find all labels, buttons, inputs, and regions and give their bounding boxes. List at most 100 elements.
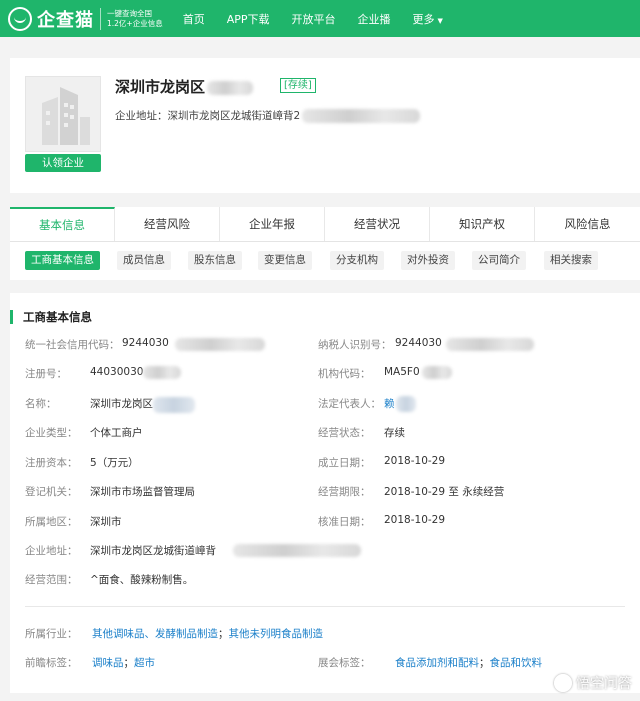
tab-business-risk[interactable]: 经营风险 (115, 207, 220, 241)
company-name-text: 深圳市龙岗区 (115, 78, 206, 96)
nav-more[interactable]: 更多 ▼ (413, 11, 443, 27)
field-label: 企业地址： (25, 545, 78, 557)
field-value: MA5F0 (384, 366, 420, 378)
legal-rep-link[interactable]: 赖 (384, 396, 395, 411)
tagline-line-2: 1.2亿+企业信息 (107, 18, 163, 28)
field-region: 所属地区： 深圳市 (25, 514, 315, 530)
subtab-company-profile[interactable]: 公司简介 (472, 251, 526, 270)
redacted-blur (143, 366, 181, 379)
field-label: 核准日期： (318, 516, 371, 528)
frontier-tag-link[interactable]: 调味品 (92, 657, 124, 669)
frontier-tag-link[interactable]: 超市 (134, 657, 155, 669)
field-label: 登记机关： (25, 486, 78, 498)
brand-logo[interactable]: 企查猫 一键查询全国 1.2亿+企业信息 (8, 6, 163, 32)
expo-values: 食品添加剂和配料；食品和饮料 (395, 655, 542, 670)
subtab-changes[interactable]: 变更信息 (258, 251, 312, 270)
field-label: 企业类型： (25, 427, 78, 439)
field-value: 个体工商户 (90, 427, 143, 439)
tab-intellectual-property[interactable]: 知识产权 (430, 207, 535, 241)
field-registration-authority: 登记机关： 深圳市市场监督管理局 (25, 484, 315, 500)
field-label: 统一社会信用代码： (25, 339, 120, 351)
top-nav-bar: 企查猫 一键查询全国 1.2亿+企业信息 首页 APP下载 开放平台 企业播 更… (0, 0, 640, 37)
nav-more-label: 更多 (412, 12, 435, 26)
nav-enterprise-broadcast[interactable]: 企业播 (358, 11, 391, 27)
redacted-blur (233, 544, 361, 557)
sub-tabs: 工商基本信息 成员信息 股东信息 变更信息 分支机构 对外投资 公司简介 相关搜… (10, 242, 640, 280)
tab-risk-info[interactable]: 风险信息 (535, 207, 640, 241)
field-label: 纳税人识别号： (318, 339, 392, 351)
field-value: 9244030 (122, 337, 169, 349)
field-value: 9244030 (395, 337, 442, 349)
company-address-text: 企业地址：深圳市龙岗区龙城街道嶂背2 (115, 110, 301, 122)
field-label: 名称： (25, 398, 57, 410)
subtab-members[interactable]: 成员信息 (117, 251, 171, 270)
watermark: 悟空问答 (554, 673, 632, 693)
nav-app-download[interactable]: APP下载 (227, 11, 270, 27)
field-label: 所属地区： (25, 516, 78, 528)
field-company-address: 企业地址： 深圳市龙岗区龙城街道嶂背 (25, 543, 625, 559)
industry-row: 所属行业： 其他调味品、发酵制品制造；其他未列明食品制造 (25, 626, 625, 642)
field-registered-capital: 注册资本： 5（万元） (25, 455, 315, 471)
redacted-blur (302, 109, 421, 123)
redacted-blur (446, 338, 534, 351)
expo-label: 展会标签： (318, 657, 371, 669)
industry-values: 其他调味品、发酵制品制造；其他未列明食品制造 (92, 626, 323, 641)
field-credit-code: 统一社会信用代码： 9244030 (25, 337, 315, 353)
field-value: 2018-10-29 至 永续经营 (384, 486, 505, 498)
subtab-business-info[interactable]: 工商基本信息 (25, 251, 100, 270)
field-value: 深圳市龙岗区 (90, 398, 153, 410)
field-label: 经营期限： (318, 486, 371, 498)
brand-name: 企查猫 (37, 9, 94, 31)
field-value: ^面食、酸辣粉制售。 (90, 574, 194, 586)
field-org-code: 机构代码： MA5F0 (318, 366, 628, 382)
subtab-related-search[interactable]: 相关搜索 (544, 251, 598, 270)
field-value: 深圳市龙岗区龙城街道嶂背 (90, 545, 216, 557)
subtab-shareholders[interactable]: 股东信息 (188, 251, 242, 270)
redacted-blur (175, 338, 265, 351)
frontier-label: 前瞻标签： (25, 657, 78, 669)
field-value: 5（万元） (90, 457, 139, 469)
nav-home[interactable]: 首页 (183, 11, 205, 27)
field-business-scope: 经营范围： ^面食、酸辣粉制售。 (25, 572, 625, 588)
redacted-blur (153, 397, 195, 413)
field-label: 注册资本： (25, 457, 78, 469)
redacted-blur (422, 366, 452, 379)
field-operating-status: 经营状态： 存续 (318, 425, 628, 441)
field-value: 2018-10-29 (384, 455, 446, 467)
section-title: 工商基本信息 (10, 310, 92, 324)
expo-tag-link[interactable]: 食品和饮料 (490, 657, 543, 669)
subtab-branches[interactable]: 分支机构 (330, 251, 384, 270)
field-value: 深圳市市场监督管理局 (90, 486, 195, 498)
claim-company-button[interactable]: 认领企业 (25, 154, 101, 172)
building-icon (42, 87, 90, 145)
field-label: 注册号： (25, 368, 67, 380)
frontier-values: 调味品；超市 (92, 655, 155, 670)
tab-annual-report[interactable]: 企业年报 (220, 207, 325, 241)
chevron-down-icon: ▼ (437, 16, 443, 25)
redacted-blur (396, 396, 416, 412)
nav-open-platform[interactable]: 开放平台 (292, 11, 336, 27)
field-label: 成立日期： (318, 457, 371, 469)
logo-divider (100, 7, 101, 30)
field-approval-date: 核准日期： 2018-10-29 (318, 514, 628, 530)
subtab-investments[interactable]: 对外投资 (401, 251, 455, 270)
tab-basic-info[interactable]: 基本信息 (10, 207, 115, 241)
company-header-card: 认领企业 深圳市龙岗区 [存续] 企业地址：深圳市龙岗区龙城街道嶂背2 (10, 58, 640, 193)
divider (25, 606, 625, 607)
industry-link[interactable]: 其他未列明食品制造 (229, 628, 324, 640)
tab-operating-status[interactable]: 经营状况 (325, 207, 430, 241)
field-registration-no: 注册号： 44030030 (25, 366, 315, 382)
business-info-panel: 工商基本信息 统一社会信用代码： 9244030 注册号： 44030030 名… (10, 293, 640, 693)
field-company-type: 企业类型： 个体工商户 (25, 425, 315, 441)
field-value: 44030030 (90, 366, 144, 378)
frontier-tags-row: 前瞻标签： 调味品；超市 (25, 655, 315, 671)
expo-tag-link[interactable]: 食品添加剂和配料 (395, 657, 479, 669)
field-label: 经营状态： (318, 427, 371, 439)
field-value: 存续 (384, 427, 405, 439)
field-label: 法定代表人： (318, 398, 381, 410)
industry-link[interactable]: 其他调味品、发酵制品制造 (92, 628, 218, 640)
field-label: 经营范围： (25, 574, 78, 586)
field-tax-id: 纳税人识别号： 9244030 (318, 337, 628, 353)
field-value: 深圳市 (90, 516, 122, 528)
redacted-blur (207, 80, 254, 95)
